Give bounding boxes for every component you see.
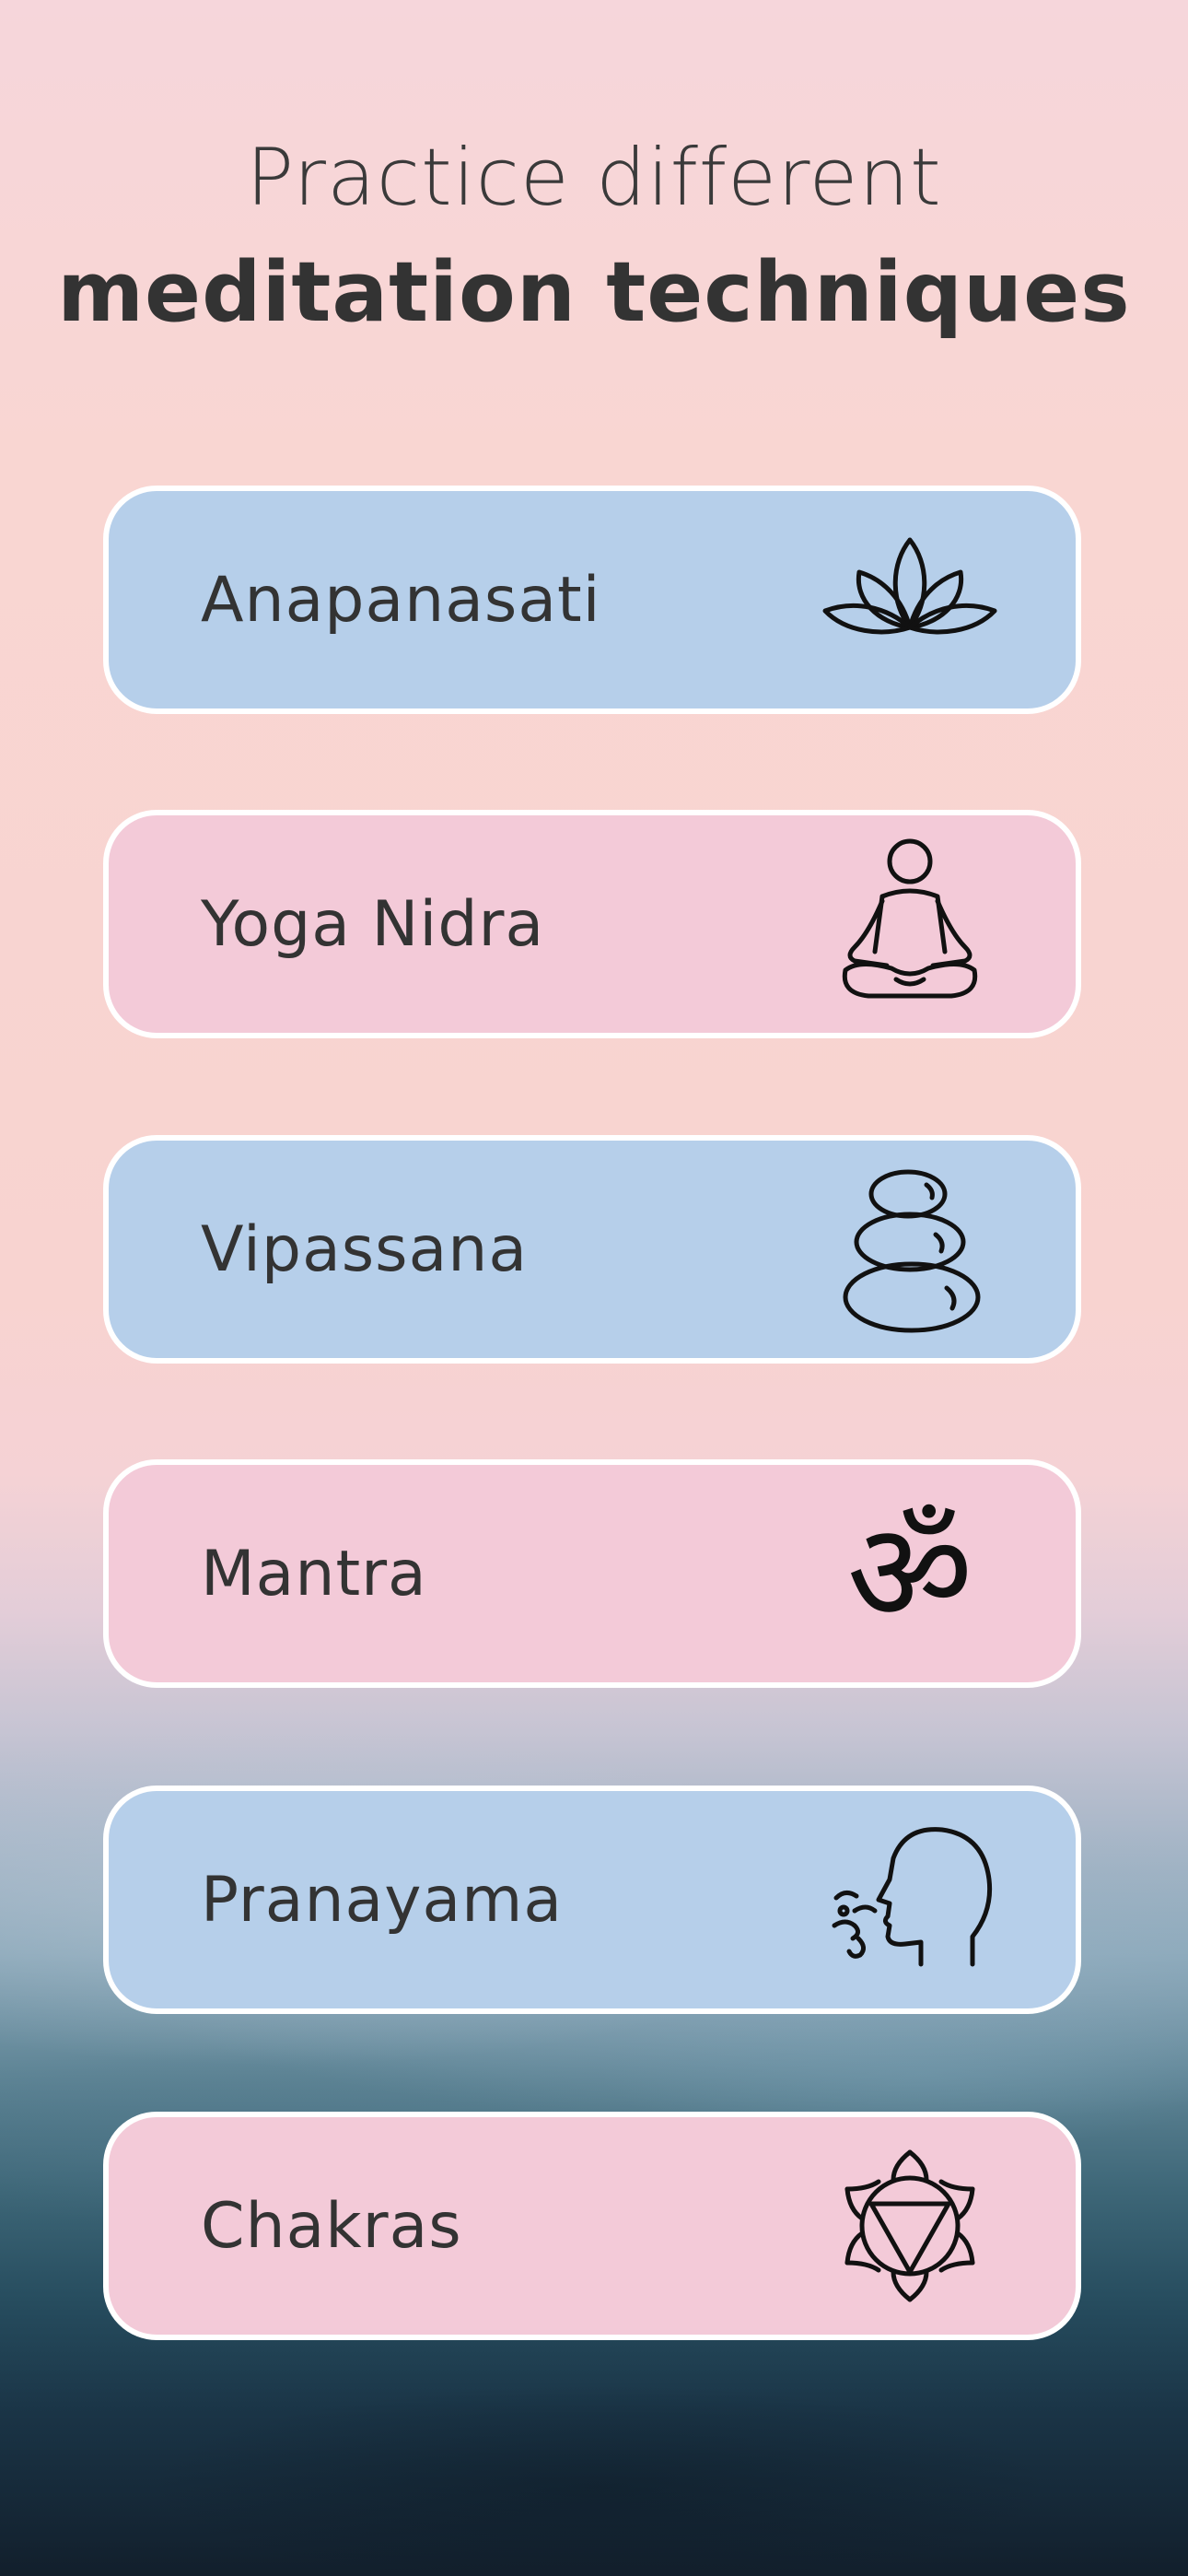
lotus-icon bbox=[809, 498, 1011, 701]
breathing-head-icon bbox=[809, 1798, 1011, 2001]
technique-label: Anapanasati bbox=[201, 563, 601, 637]
meditating-person-icon bbox=[809, 823, 1011, 1025]
technique-label: Chakras bbox=[201, 2189, 462, 2263]
om-symbol-icon: ॐ bbox=[809, 1472, 1011, 1675]
technique-card-pranayama[interactable]: Pranayama bbox=[103, 1786, 1081, 2014]
technique-card-chakras[interactable]: Chakras bbox=[103, 2112, 1081, 2340]
technique-label: Pranayama bbox=[201, 1863, 564, 1937]
technique-card-vipassana[interactable]: Vipassana bbox=[103, 1135, 1081, 1364]
om-glyph: ॐ bbox=[846, 1493, 973, 1654]
technique-card-anapanasati[interactable]: Anapanasati bbox=[103, 486, 1081, 714]
chakra-icon bbox=[809, 2125, 1011, 2327]
technique-card-yoga-nidra[interactable]: Yoga Nidra bbox=[103, 810, 1081, 1038]
stacked-stones-icon bbox=[809, 1148, 1011, 1351]
technique-list: Anapanasati Yoga Nidra Vipassana Mantra … bbox=[0, 0, 1188, 2576]
technique-label: Vipassana bbox=[201, 1212, 529, 1286]
technique-label: Mantra bbox=[201, 1537, 427, 1610]
technique-card-mantra[interactable]: Mantra ॐ bbox=[103, 1459, 1081, 1688]
technique-label: Yoga Nidra bbox=[201, 887, 545, 961]
